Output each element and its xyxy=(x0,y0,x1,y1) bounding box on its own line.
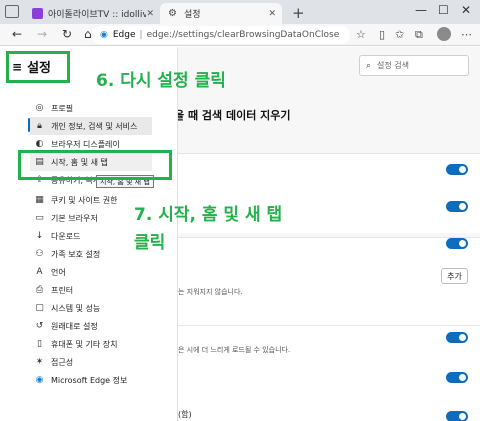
edge-logo-icon: ◉ xyxy=(35,375,44,385)
printer-icon: ⎙ xyxy=(35,285,44,295)
toggle-switch[interactable] xyxy=(446,201,468,212)
annotation-step6: 6. 다시 설정 클릭 xyxy=(96,71,226,91)
tab-title: 설정 xyxy=(184,10,201,20)
sidebar-item-label: 프로필 xyxy=(51,103,74,113)
sidebar-item-label: 원래대로 설정 xyxy=(51,321,98,331)
accessibility-icon: ✶ xyxy=(35,357,44,367)
collections-icon[interactable]: ⧉ xyxy=(415,28,423,42)
minimize-icon[interactable]: — xyxy=(415,3,427,17)
page-title: 을 때 검색 데이터 지우기 xyxy=(174,109,291,122)
annotation-step7-click: 클릭 xyxy=(134,233,166,253)
phone-icon: ▯ xyxy=(37,339,42,349)
sidebar-item-downloads[interactable]: ↓ 다운로드 xyxy=(34,227,81,245)
refresh-icon[interactable]: ↻ xyxy=(62,27,72,41)
download-icon: ↓ xyxy=(35,231,44,241)
toggle-switch[interactable] xyxy=(446,332,468,343)
sidebar-item-printers[interactable]: ⎙ 프린터 xyxy=(34,281,73,299)
sidebar-item-default-browser[interactable]: ▭ 기본 브라우저 xyxy=(34,209,98,227)
system-icon: ▢ xyxy=(35,303,44,313)
toggle-switch[interactable] xyxy=(446,238,468,249)
edge-label: Edge xyxy=(112,30,136,40)
sidebar-item-label: 언어 xyxy=(51,267,66,277)
sidebar-item-accessibility[interactable]: ✶ 접근성 xyxy=(34,353,73,371)
more-menu-icon[interactable]: ⋯ xyxy=(461,28,472,41)
settings-search-input[interactable]: ⌕ 설정 검색 xyxy=(359,55,469,76)
forward-icon[interactable]: → xyxy=(37,27,47,41)
url-separator: | xyxy=(139,30,143,40)
toggle-switch[interactable] xyxy=(446,411,468,421)
sidebar-item-label: 브라우저 디스플레이 xyxy=(51,139,120,149)
sidebar-item-privacy[interactable]: 🔒︎ 개인 정보, 검색 및 서비스 xyxy=(30,117,152,135)
split-screen-icon[interactable]: ▯ xyxy=(379,28,385,41)
reset-icon: ↺ xyxy=(35,321,44,331)
maximize-icon[interactable]: ☐ xyxy=(438,3,449,17)
language-icon: A xyxy=(36,267,43,277)
sidebar-item-label: 프린터 xyxy=(51,285,74,295)
sidebar-item-label: 기본 브라우저 xyxy=(51,213,98,223)
close-window-icon[interactable]: ✕ xyxy=(461,3,471,17)
highlight-settings-title xyxy=(6,51,70,83)
sidebar-item-label: 쿠키 및 사이트 권한 xyxy=(51,195,118,205)
add-button[interactable]: 추가 xyxy=(441,268,468,284)
new-tab-button[interactable]: + xyxy=(292,4,305,22)
close-tab-icon[interactable]: ✕ xyxy=(146,9,154,19)
close-tab-icon[interactable]: ✕ xyxy=(268,9,276,19)
browser-icon: ▭ xyxy=(35,213,44,223)
sidebar-item-label: 다운로드 xyxy=(51,231,81,241)
favorite-star-icon[interactable]: ☆ xyxy=(356,28,366,41)
address-toolbar: ← → ↻ ⌂ ◉ Edge | edge://settings/clearBr… xyxy=(0,24,480,46)
favorites-icon[interactable]: ✩ xyxy=(395,28,404,41)
setting-description: 은 시에 더 느리게 로드될 수 있습니다. xyxy=(178,346,291,354)
site-favicon-icon xyxy=(32,8,43,19)
annotation-step7: 7. 시작, 홈 및 새 탭 xyxy=(134,205,283,225)
lock-icon: 🔒︎ xyxy=(37,121,42,131)
profile-avatar[interactable] xyxy=(437,27,451,41)
profile-icon: ◎ xyxy=(35,103,44,113)
tab-title: 아이돌라이브TV :: idollive.tv xyxy=(48,10,147,20)
toggle-switch[interactable] xyxy=(446,372,468,383)
tab-strip: 아이돌라이브TV :: idollive.tv ✕ ⚙ 설정 ✕ + — ☐ ✕ xyxy=(0,0,480,24)
search-icon: ⌕ xyxy=(366,60,372,71)
sidebar-item-label: 휴대폰 및 기타 장치 xyxy=(51,339,118,349)
edge-logo-icon: ◉ xyxy=(100,30,108,40)
gear-icon: ⚙ xyxy=(168,8,177,19)
sidebar-item-label: 시스템 및 성능 xyxy=(51,303,101,313)
sidebar-item-label: 가족 보호 설정 xyxy=(51,249,101,259)
sidebar-item-label: Microsoft Edge 정보 xyxy=(51,375,128,385)
cookie-icon: ▦ xyxy=(35,195,44,205)
sidebar-item-label: 개인 정보, 검색 및 서비스 xyxy=(51,121,138,131)
sidebar-item-family[interactable]: ⚇ 가족 보호 설정 xyxy=(34,245,100,263)
home-icon[interactable]: ⌂ xyxy=(84,27,92,41)
tab-idollive[interactable]: 아이돌라이브TV :: idollive.tv ✕ xyxy=(26,3,160,24)
window-menu-icon[interactable] xyxy=(5,5,19,18)
display-icon: ◐ xyxy=(35,139,44,149)
sidebar-item-label: 접근성 xyxy=(51,357,74,367)
sidebar-item-about[interactable]: ◉ Microsoft Edge 정보 xyxy=(34,371,128,389)
setting-label: (함) xyxy=(178,410,192,419)
sidebar-item-reset[interactable]: ↺ 원래대로 설정 xyxy=(34,317,98,335)
setting-description: 는 지워지지 않습니다. xyxy=(178,288,243,296)
settings-card xyxy=(178,325,480,421)
sidebar-item-phone[interactable]: ▯ 휴대폰 및 기타 장치 xyxy=(34,335,118,353)
address-bar[interactable]: ◉ Edge | edge://settings/clearBrowsingDa… xyxy=(92,26,350,44)
toggle-switch[interactable] xyxy=(446,164,468,175)
back-icon[interactable]: ← xyxy=(12,27,22,41)
search-placeholder: 설정 검색 xyxy=(377,61,410,70)
url-text: edge://settings/clearBrowsingDataOnClose xyxy=(146,30,340,40)
tab-settings[interactable]: ⚙ 설정 ✕ xyxy=(160,3,282,24)
family-icon: ⚇ xyxy=(35,249,44,259)
settings-page: ⌕ 설정 검색 을 때 검색 데이터 지우기 추가 는 지워지지 않습니다. 은… xyxy=(0,47,480,421)
sidebar-item-languages[interactable]: A 언어 xyxy=(34,263,66,281)
sidebar-item-cookies[interactable]: ▦ 쿠키 및 사이트 권한 xyxy=(34,191,118,209)
sidebar-item-profile[interactable]: ◎ 프로필 xyxy=(34,99,74,117)
highlight-start-home-item xyxy=(18,150,172,180)
sidebar-item-system[interactable]: ▢ 시스템 및 성능 xyxy=(34,299,100,317)
